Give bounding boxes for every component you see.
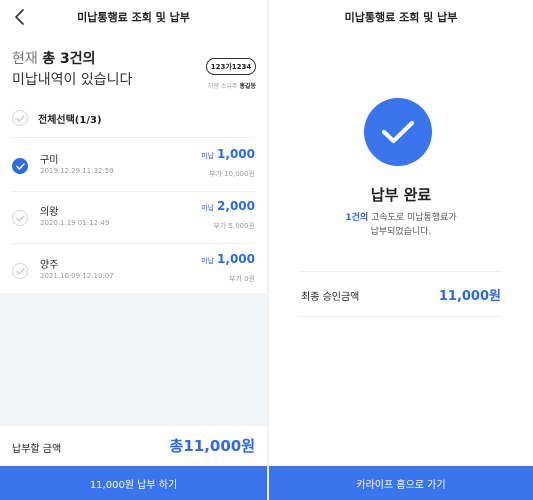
toll-item-yangju[interactable]: 양주 2021.10.09 12:10:07 미납 1,000 부가 0원 — [12, 250, 255, 290]
go-home-button[interactable]: 카라이프 홈으로 가기 — [269, 466, 533, 500]
message-rest: 고속도로 미납통행료가 — [368, 213, 457, 223]
payment-total-row: 납부할 금액 총11,000원 — [0, 426, 267, 466]
payment-complete-message: 1건의 고속도로 미납통행료가 납부되었습니다. — [269, 211, 533, 239]
divider — [12, 191, 255, 192]
pay-button[interactable]: 11,000원 납부 하기 — [0, 466, 267, 500]
paid-count: 1건의 — [345, 213, 369, 223]
unpaid-tag: 미납 — [201, 204, 215, 212]
toll-item-date: 2020.1.19 01:12:49 — [40, 219, 110, 227]
toll-item-amount: 미납 1,000 — [201, 252, 255, 266]
toll-item-date: 2019.12.29 11:32:59 — [40, 167, 114, 175]
check-circle-icon — [364, 98, 432, 166]
check-icon[interactable] — [12, 210, 28, 226]
chevron-left-icon[interactable] — [12, 8, 28, 26]
amount-value: 2,000 — [217, 199, 255, 213]
unpaid-tag: 미납 — [201, 257, 215, 265]
divider — [12, 243, 255, 244]
page-title: 미납통행료 조회 및 납부 — [77, 11, 190, 24]
empty-area — [0, 293, 267, 426]
header: 미납통행료 조회 및 납부 — [269, 0, 533, 34]
owner-name: 홍길동 — [239, 83, 256, 90]
select-all-checkbox[interactable]: 전체선택(1/3) — [12, 108, 255, 128]
unpaid-tag: 미납 — [201, 152, 215, 160]
summary-prefix: 현재 — [12, 51, 38, 67]
divider — [301, 271, 501, 272]
toll-item-gumi[interactable]: 구미 2019.12.29 11:32:59 미납 1,000 부가 10,000… — [12, 145, 255, 185]
toll-item-name: 양주 — [40, 260, 59, 271]
final-amount-value: 11,000원 — [438, 289, 501, 304]
toll-item-amount: 미납 2,000 — [201, 199, 255, 213]
payment-complete-title: 납부 완료 — [370, 186, 432, 204]
unpaid-toll-list-screen: 미납통행료 조회 및 납부 현재 총 3건의 미납내역이 있습니다 123가12… — [0, 0, 267, 500]
check-icon — [12, 110, 28, 126]
payment-complete-screen: 미납통행료 조회 및 납부 납부 완료 1건의 고속도로 미납통행료가 납부되었… — [269, 0, 533, 500]
check-icon[interactable] — [12, 263, 28, 279]
toll-item-name: 구미 — [40, 155, 59, 166]
toll-item-surcharge: 부가 10,000원 — [208, 170, 255, 178]
header: 미납통행료 조회 및 납부 — [0, 0, 267, 34]
select-all-label: 전체선택(1/3) — [38, 114, 102, 126]
vehicle-owner: 차량 소유주 홍길동 — [208, 81, 256, 90]
total-value: 총11,000원 — [169, 437, 255, 455]
amount-value: 1,000 — [217, 147, 255, 161]
final-amount-label: 최종 승인금액 — [301, 292, 360, 303]
divider — [301, 316, 501, 317]
toll-item-uiwang[interactable]: 의왕 2020.1.19 01:12:49 미납 2,000 부가 5,000원 — [12, 197, 255, 237]
message-line2: 납부되었습니다. — [370, 227, 432, 237]
amount-value: 1,000 — [217, 252, 255, 266]
license-plate-badge: 123가1234 — [206, 58, 256, 75]
divider — [12, 137, 255, 138]
toll-item-date: 2021.10.09 12:10:07 — [40, 272, 114, 280]
summary-line2: 미납내역이 있습니다 — [12, 72, 133, 88]
page-title: 미납통행료 조회 및 납부 — [344, 11, 458, 24]
toll-item-surcharge: 부가 5,000원 — [213, 222, 255, 230]
owner-label: 차량 소유주 — [208, 83, 238, 90]
summary-count: 총 3건의 — [42, 51, 96, 67]
check-icon[interactable] — [12, 158, 28, 174]
unpaid-summary: 현재 총 3건의 미납내역이 있습니다 — [12, 50, 182, 90]
toll-item-surcharge: 부가 0원 — [229, 275, 255, 283]
toll-item-amount: 미납 1,000 — [201, 147, 255, 161]
toll-item-name: 의왕 — [40, 207, 59, 218]
total-label: 납부할 금액 — [12, 444, 62, 455]
final-amount-row: 최종 승인금액 11,000원 — [301, 283, 501, 307]
